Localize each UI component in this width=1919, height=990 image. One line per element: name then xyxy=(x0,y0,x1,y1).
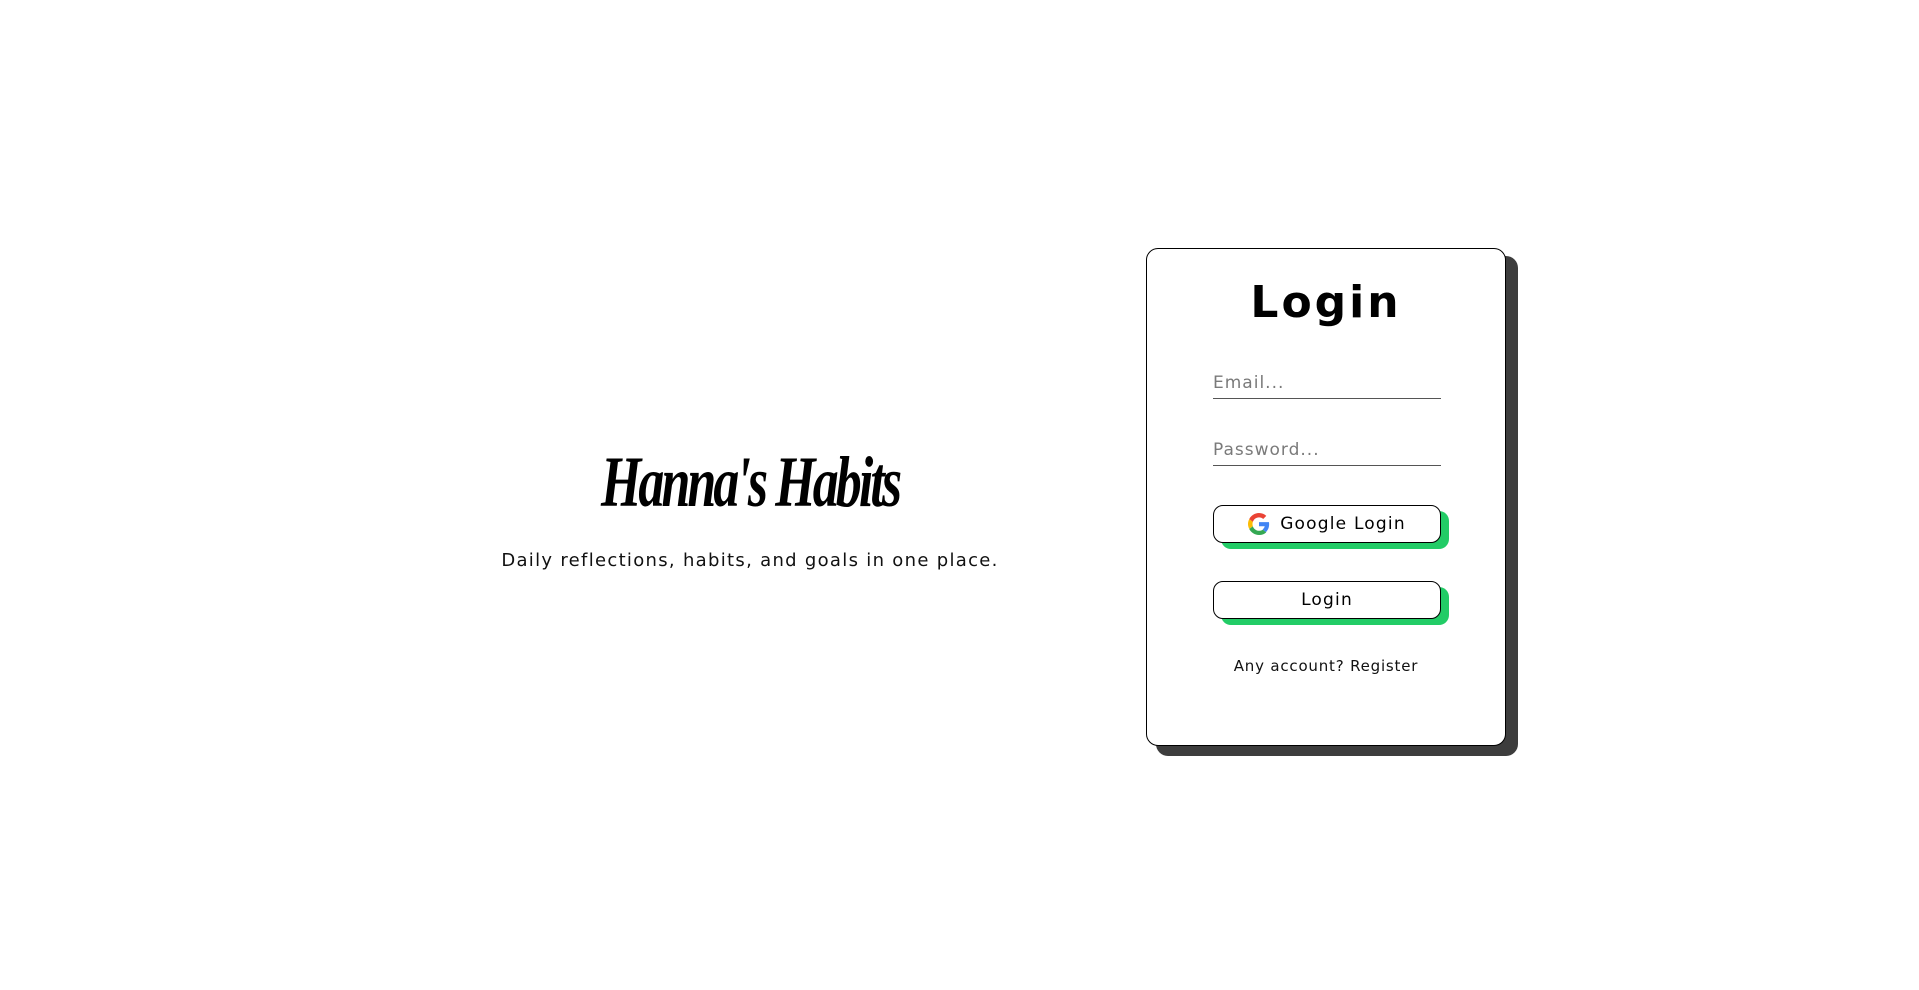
brand-title: Hanna's Habits xyxy=(600,442,902,522)
login-page: Hanna's Habits Daily reflections, habits… xyxy=(0,0,1919,990)
email-field[interactable] xyxy=(1213,369,1441,399)
google-icon xyxy=(1248,513,1270,535)
register-link[interactable]: Register xyxy=(1350,657,1418,675)
login-button-wrap: Login xyxy=(1213,581,1449,625)
login-title: Login xyxy=(1250,277,1402,328)
google-login-button-wrap: Google Login xyxy=(1213,505,1449,549)
brand-hero: Hanna's Habits Daily reflections, habits… xyxy=(445,440,1055,571)
login-button[interactable]: Login xyxy=(1213,581,1441,619)
register-prompt: Any account? xyxy=(1233,657,1345,675)
login-card-body: Login Google Login xyxy=(1146,248,1506,746)
password-field[interactable] xyxy=(1213,436,1441,466)
google-login-button[interactable]: Google Login xyxy=(1213,505,1441,543)
register-row: Any account? Register xyxy=(1147,657,1505,675)
google-login-label: Google Login xyxy=(1280,514,1406,534)
brand-tagline: Daily reflections, habits, and goals in … xyxy=(501,550,999,571)
login-card: Login Google Login xyxy=(1146,248,1518,756)
